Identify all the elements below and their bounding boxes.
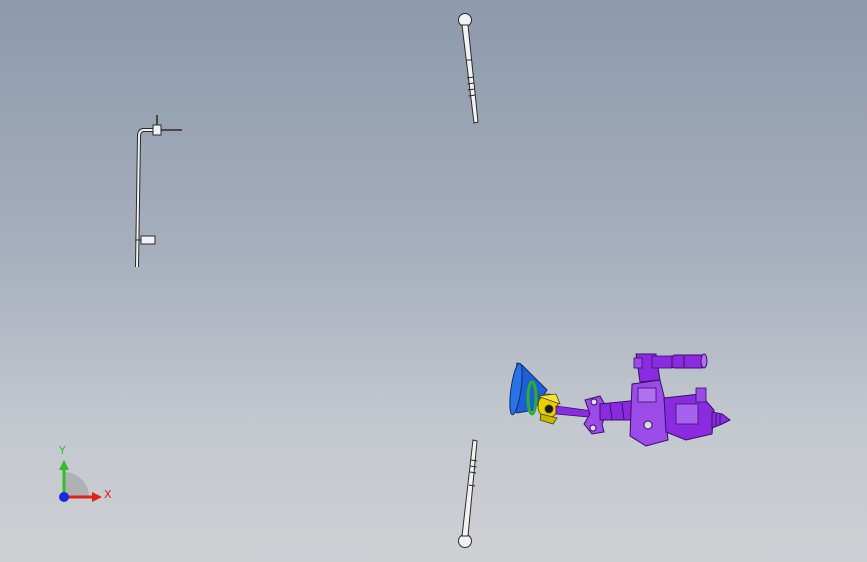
cad-graphics-viewport[interactable]: Y X <box>0 0 867 562</box>
triad-plane-arc <box>64 472 89 497</box>
tie-rod-bottom-shaft[interactable] <box>461 439 478 537</box>
output-spline[interactable] <box>711 411 731 429</box>
tilt-cylinder[interactable] <box>671 353 708 369</box>
bent-bracket[interactable] <box>135 115 182 268</box>
tie-rod-top[interactable] <box>458 13 479 124</box>
steering-column-assembly[interactable] <box>507 353 731 447</box>
triad-x-label: X <box>104 488 112 501</box>
tie-rod-top-shaft[interactable] <box>461 24 479 124</box>
triad-y-label: Y <box>59 444 66 457</box>
triad-z-axis <box>59 492 69 502</box>
model-scene[interactable] <box>0 0 867 562</box>
reference-triad <box>59 460 102 502</box>
bracket-top-clip[interactable] <box>152 124 162 136</box>
bracket-bottom-clip[interactable] <box>140 235 156 245</box>
tie-rod-bottom[interactable] <box>458 439 478 548</box>
